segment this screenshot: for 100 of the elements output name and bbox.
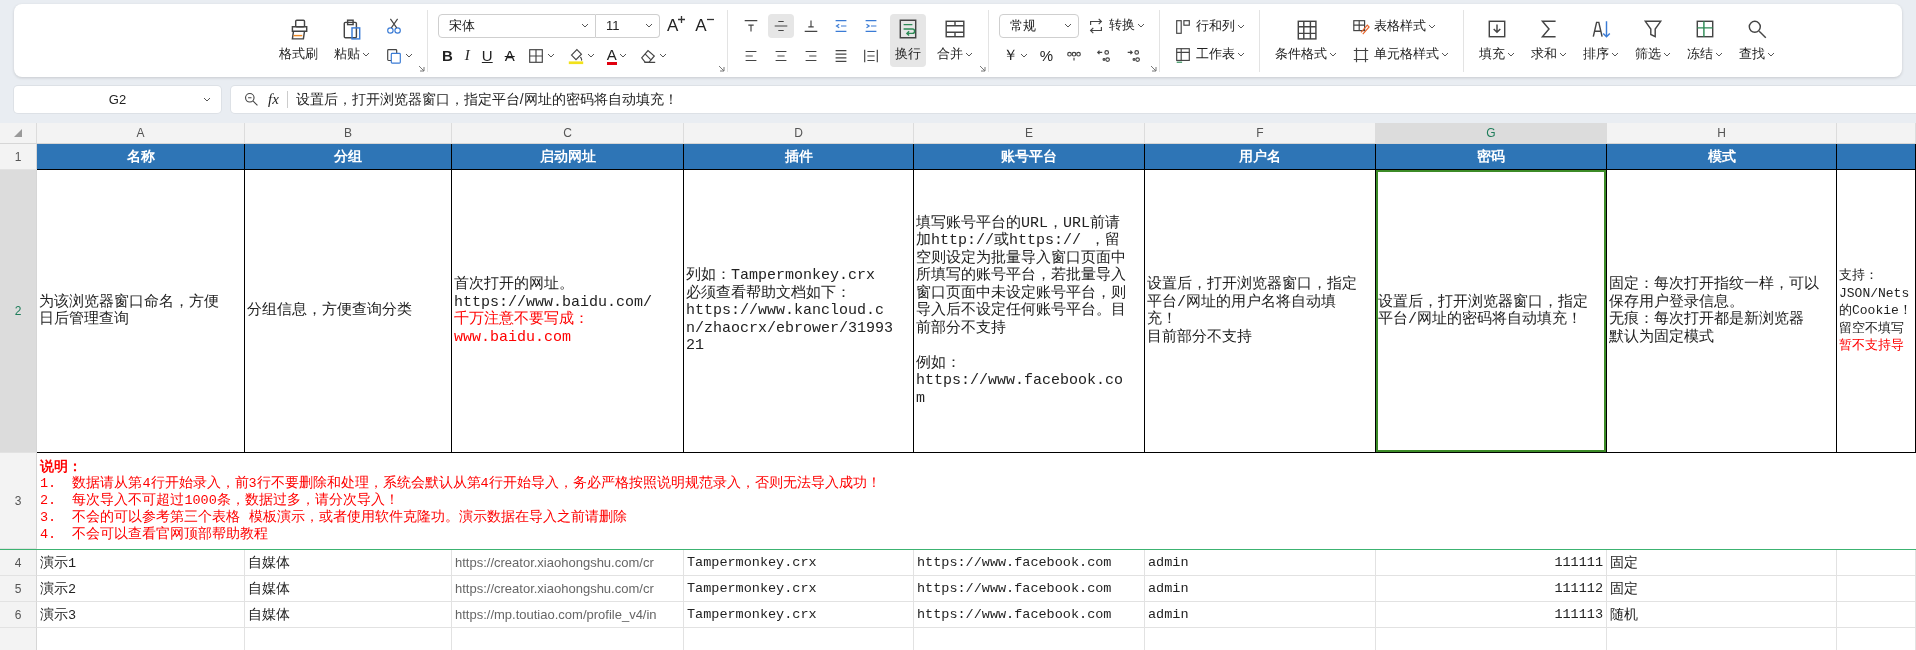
rows-columns-button[interactable]: 行和列 [1169,15,1249,38]
chevron-down-icon [618,53,627,58]
column-header[interactable]: G [1376,123,1607,143]
table-cell: https://www.facebook.com [914,550,1145,576]
sort-button[interactable]: 排序 [1577,14,1624,67]
column-header[interactable]: H [1607,123,1837,143]
column-header[interactable]: E [914,123,1145,143]
launcher-icon [418,64,425,72]
launcher-icon [1149,64,1157,72]
number-format-dropdown[interactable]: 常规 [998,13,1079,38]
cell-text: 例如： [916,354,962,373]
zoom-icon[interactable] [243,91,260,108]
table-style-icon [1351,17,1370,36]
header-cell: 名称 [37,144,245,170]
underline-button[interactable]: U [477,43,497,68]
table-cell: 演示1 [37,550,245,576]
find-button[interactable]: 查找 [1733,14,1780,67]
decrease-font-button[interactable]: A [692,15,717,36]
chevron-down-icon [1506,52,1515,57]
chevron-down-icon [658,53,667,58]
worksheet-button[interactable]: 工作表 [1169,43,1249,66]
table-cell: 自媒体 [245,576,452,602]
row-number[interactable]: 3 [0,453,37,549]
select-all-icon[interactable] [14,129,22,137]
align-middle-button[interactable] [767,13,794,38]
bold-button[interactable]: B [438,43,457,68]
chevron-down-icon [1063,23,1072,28]
cell-text: 目前部分不支持 [1147,328,1253,346]
strikethrough-button[interactable]: A [500,43,519,68]
table-cell: 演示3 [37,602,245,628]
format-painter-button[interactable]: 格式刷 [274,14,323,67]
increase-font-button[interactable]: A [664,15,689,36]
chevron-down-icon [581,23,589,28]
chevron-down-icon [645,23,653,28]
header-cell: 分组 [245,144,452,170]
chevron-down-icon [1610,52,1619,57]
row-number[interactable]: 6 [0,602,37,628]
font-color-button[interactable]: A [602,43,631,68]
cell-style-button[interactable]: 单元格样式 [1347,43,1453,66]
chevron-down-icon [405,53,413,58]
column-header[interactable]: D [684,123,914,143]
table-cell: Tampermonkey.crx [684,602,914,628]
chevron-down-icon [1236,24,1245,29]
header-cell: 启动网址 [452,144,684,170]
italic-button[interactable]: I [460,43,474,68]
formula-bar[interactable]: fx 设置后，打开浏览器窗口，指定平台/网址的密码将自动填充！ [231,86,1916,113]
rows-columns-icon [1173,17,1192,36]
header-cell: 密码 [1376,144,1607,170]
filter-button[interactable]: 筛选 [1629,14,1676,67]
insert-function-button[interactable]: fx [268,91,288,108]
table-cell: https://mp.toutiao.com/profile_v4/in [452,602,684,628]
cell-text: 支持： [1839,267,1879,285]
chevron-down-icon [1328,52,1337,57]
chevron-down-icon [586,53,595,58]
chevron-down-icon [1558,52,1567,57]
warning-text: 千万注意不要写成： [454,311,590,329]
cell-text: 分组信息，方便查询分类 [247,302,413,320]
row-number[interactable]: 2 [0,170,37,453]
font-size-dropdown[interactable]: 11 [596,13,660,38]
name-box[interactable]: G2 [14,86,221,113]
conditional-format-button[interactable]: 条件格式 [1269,14,1342,67]
chevron-down-icon [1766,52,1775,57]
cell-text: https://www.baidu.com/ [454,293,654,311]
currency-button[interactable]: ￥ [998,43,1032,68]
sum-button[interactable]: 求和 [1525,14,1572,67]
chevron-down-icon [546,53,555,58]
paste-button[interactable]: 粘贴 [329,14,375,67]
convert-button[interactable]: 转换 [1082,14,1149,37]
cell-text: 必须查看帮助文档如下： [686,284,852,303]
column-header[interactable]: B [245,123,452,143]
table-cell: Tampermonkey.crx [684,550,914,576]
cell-text: 首次打开的网址。 [454,276,575,294]
fill-button[interactable]: 填充 [1473,14,1520,67]
freeze-button[interactable]: 冻结 [1681,14,1728,67]
chevron-down-icon [1427,24,1436,29]
cell-text: 列如：Tampermonkey.crx [686,267,877,285]
column-header[interactable]: C [452,123,684,143]
cell-text: 设置后，打开浏览器窗口，指定平台/网址的密码将自动填充！ [1378,293,1589,329]
table-style-button[interactable]: 表格样式 [1347,15,1453,38]
table-cell: 固定 [1607,550,1837,576]
table-cell: 随机 [1607,602,1837,628]
chevron-down-icon [203,97,211,102]
cell-text: 的Cookie！ [1839,302,1913,320]
merge-button[interactable]: 合并 [931,14,978,67]
chevron-down-icon [1236,52,1245,57]
launcher-icon [978,64,986,72]
cell-text: https://www.kancloud.cn/zhaocrx/ebrower/3199321 [686,302,895,355]
wrap-text-button[interactable]: 换行 [889,14,926,67]
row-number[interactable]: 4 [0,550,37,576]
formula-text: 设置后，打开浏览器窗口，指定平台/网址的密码将自动填充！ [295,90,678,109]
percent-button[interactable]: % [1035,43,1058,68]
column-header[interactable]: A [37,123,245,143]
table-cell: admin [1145,602,1376,628]
font-name-dropdown[interactable]: 宋体 [438,13,596,38]
cell-text: 无痕：每次打开都是新浏览器 [1609,311,1805,328]
header-cell: 用户名 [1145,144,1376,170]
row-number[interactable]: 5 [0,576,37,602]
row-number[interactable]: 1 [0,144,37,170]
chevron-down-icon [1136,23,1145,28]
table-cell: admin [1145,550,1376,576]
